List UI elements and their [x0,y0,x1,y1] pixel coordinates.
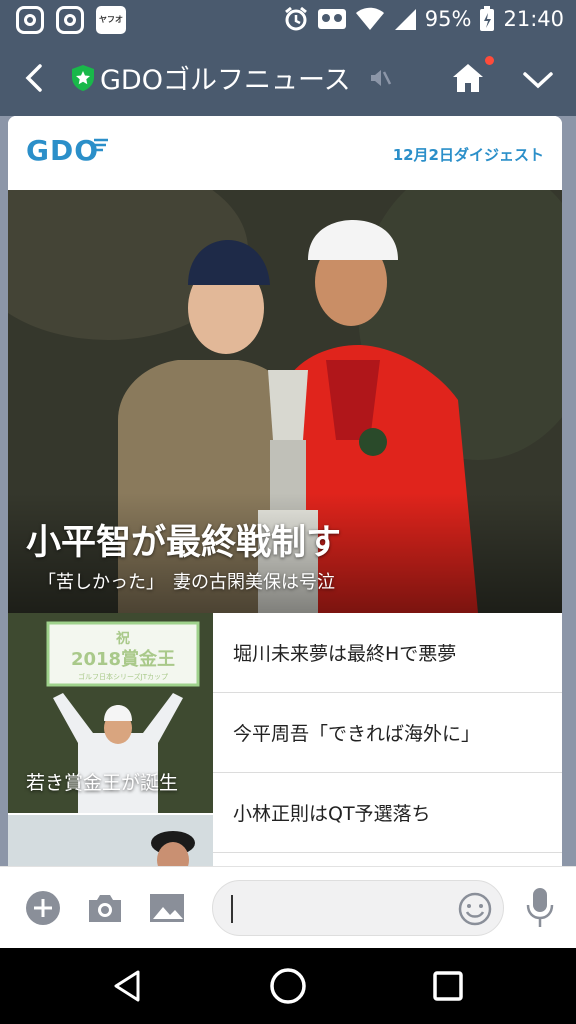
sign-line-1: 祝 [116,630,130,647]
signal-icon [394,9,416,30]
message-input-bar [0,866,576,948]
microphone-icon[interactable] [524,887,556,929]
notification-dot [485,56,494,65]
battery-charging-icon [480,6,495,31]
thumbnail-article[interactable]: 祝 2018賞金王 ゴルフ日本シリーズJTカップ 若き賞金王が誕生 [8,613,213,813]
digest-date: 12月2日ダイジェスト [392,146,544,164]
text-caret [231,895,233,923]
gdo-logo: GDO [26,134,100,167]
thumbnail-article-2[interactable] [8,815,213,866]
hero-title: 小平智が最終戦制す [26,523,342,563]
message-input[interactable] [212,880,504,936]
system-navigation-bar [0,948,576,1024]
wifi-icon [355,7,384,30]
status-bar: ヤフオク! 95% 21:40 [0,0,576,52]
nav-back-icon[interactable] [108,966,148,1006]
yahoo-auction-icon: ヤフオク! [96,6,126,52]
article-list: 堀川未来夢は最終Hで悪夢 今平周吾「できれば海外に」 小林正則はQT予選落ち [213,613,562,853]
chevron-down-icon[interactable] [520,62,556,98]
alarm-icon [284,6,307,31]
sign-line-3: ゴルフ日本シリーズJTカップ [78,672,168,681]
instagram-icon [16,6,44,34]
muted-icon [371,70,392,86]
thumbnail-photo-2 [8,815,213,866]
camera-icon[interactable] [86,889,124,927]
gdo-logo-mark [94,138,108,152]
plus-icon[interactable] [24,889,62,927]
article-list-item[interactable]: 今平周吾「できれば海外に」 [213,693,562,773]
voicemail-icon [317,9,346,29]
thumbnail-caption: 若き賞金王が誕生 [26,772,179,794]
image-icon[interactable] [148,889,186,927]
back-button[interactable] [14,58,54,98]
chat-header: GDOゴルフニュース [0,40,576,116]
emoji-icon[interactable] [457,891,493,927]
chat-title: GDOゴルフニュース [100,65,351,96]
hero-article[interactable]: 小平智が最終戦制す 「苦しかった」 妻の古閑美保は号泣 [8,190,562,613]
nav-home-icon[interactable] [268,966,308,1006]
clock: 21:40 [503,7,564,31]
sign-line-2: 2018賞金王 [71,648,175,670]
hero-subtitle: 「苦しかった」 妻の古閑美保は号泣 [38,572,335,593]
news-card[interactable]: GDO 12月2日ダイジェスト 小平智が最終戦制す 「苦しかった」 妻の古閑美保… [8,116,562,866]
nav-recents-icon[interactable] [428,966,468,1006]
home-button[interactable] [450,60,486,96]
battery-percent: 95% [424,7,472,31]
verified-account-icon [72,65,94,91]
article-list-item[interactable]: 小林正則はQT予選落ち [213,773,562,853]
instagram-icon [56,6,84,34]
card-header: GDO 12月2日ダイジェスト [8,116,562,190]
chat-area: GDO 12月2日ダイジェスト 小平智が最終戦制す 「苦しかった」 妻の古閑美保… [0,116,576,866]
article-list-item[interactable]: 堀川未来夢は最終Hで悪夢 [213,613,562,693]
